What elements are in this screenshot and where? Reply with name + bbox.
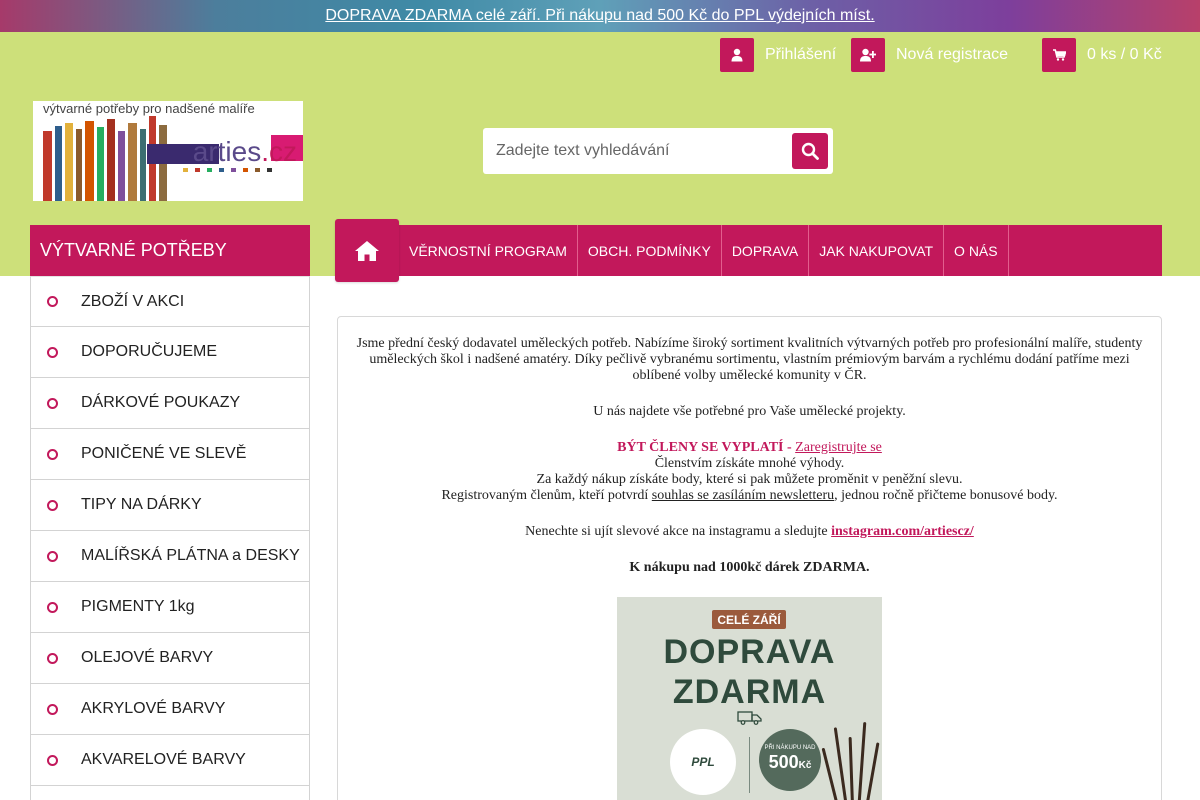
sidebar-item-next[interactable] [30,786,310,800]
promo-image-badge: CELÉ ZÁŘÍ [712,610,786,629]
user-icon [720,38,754,72]
membership-dash: - [783,440,796,455]
home-button[interactable] [335,219,399,282]
instagram-text: Nenechte si ujít slevové akce na instagr… [338,524,1161,540]
intro-text: Jsme přední český dodavatel uměleckých p… [356,336,1143,383]
promo-image-line-1: DOPRAVA [663,633,836,671]
login-button[interactable]: Přihlášení [720,38,836,72]
sidebar-item-akrylove-barvy[interactable]: AKRYLOVÉ BARVY [30,684,310,735]
promo-separator [749,737,750,793]
brushes-illustration [821,717,882,800]
truck-icon [737,711,762,725]
main-nav: VĚRNOSTNÍ PROGRAM OBCH. PODMÍNKY DOPRAVA… [335,219,1162,282]
site-logo[interactable]: výtvarné potřeby pro nadšené malíře arti… [33,101,303,201]
sidebar-item-pigmenty[interactable]: PIGMENTY 1kg [30,582,310,633]
promo-banner: DOPRAVA ZDARMA celé září. Při nákupu nad… [0,0,1200,32]
membership-line-3-post: , jednou ročně přičteme bonusové body. [834,488,1058,503]
membership-line-1: Členstvím získáte mnohé výhody. [654,456,845,471]
sidebar-item-label: PIGMENTY 1kg [81,598,195,615]
circle-bullet-icon [47,550,58,562]
user-plus-icon [851,38,885,72]
sidebar-title: VÝTVARNÉ POTŘEBY [30,225,310,276]
cart-icon [1042,38,1076,72]
nav-item-doprava[interactable]: DOPRAVA [722,225,810,276]
circle-bullet-icon [47,296,58,307]
circle-bullet-icon [47,652,58,664]
sidebar-item-label: TIPY NA DÁRKY [81,496,202,513]
register-button[interactable]: Nová registrace [851,38,1008,72]
sidebar-item-label: DOPORUČUJEME [81,343,218,360]
circle-bullet-icon [47,499,58,511]
promo-image-line-2: ZDARMA [672,673,827,711]
sidebar-item-akvarelove-barvy[interactable]: AKVARELOVÉ BARVY [30,735,310,786]
sidebar-category-list: ZBOŽÍ V AKCI DOPORUČUJEME DÁRKOVÉ POUKAZ… [30,276,310,800]
logo-brand-tld: .cz [261,136,297,167]
sidebar-item-malirska-platna[interactable]: MALÍŘSKÁ PLÁTNA a DESKY [30,531,310,582]
sidebar-item-label: ZBOŽÍ V AKCI [81,292,185,310]
instagram-link[interactable]: instagram.com/artiescz/ [831,524,974,539]
promo-amount-caption: PŘI NÁKUPU NAD [764,744,816,751]
nav-item-obch-podminky[interactable]: OBCH. PODMÍNKY [578,225,722,276]
circle-bullet-icon [47,397,58,409]
home-icon [355,240,379,261]
cart-button[interactable]: 0 ks / 0 Kč [1042,38,1162,72]
membership-headline: BÝT ČLENY SE VYPLATÍ [617,440,784,455]
membership-line-2: Za každý nákup získáte body, které si pa… [536,472,963,487]
membership-headline-line: BÝT ČLENY SE VYPLATÍ - Zaregistrujte se [338,440,1161,456]
nav-items: VĚRNOSTNÍ PROGRAM OBCH. PODMÍNKY DOPRAVA… [399,225,1009,276]
gift-text: K nákupu nad 1000kč dárek ZDARMA. [629,560,870,575]
membership-block: BÝT ČLENY SE VYPLATÍ - Zaregistrujte se … [338,440,1161,504]
circle-bullet-icon [47,754,58,766]
logo-brand-main: arties [192,136,262,167]
nav-item-o-nas[interactable]: O NÁS [944,225,1009,276]
search-icon [801,142,819,160]
search-button[interactable] [792,133,828,169]
sidebar-item-darkove-poukazy[interactable]: DÁRKOVÉ POUKAZY [30,378,310,429]
search-box [483,128,833,174]
promo-amount-value: 500Kč [769,752,812,776]
sidebar-item-label: MALÍŘSKÁ PLÁTNA a DESKY [81,547,300,564]
search-input[interactable] [483,128,783,174]
sidebar-item-olejove-barvy[interactable]: OLEJOVÉ BARVY [30,633,310,684]
ppl-logo: PPL [670,729,736,795]
cart-summary: 0 ks / 0 Kč [1087,46,1162,63]
membership-line-3: Registrovaným členům, kteří potvrdí souh… [338,488,1161,504]
sidebar-item-label: AKVARELOVÉ BARVY [81,751,246,768]
sidebar-item-zbozi-v-akci[interactable]: ZBOŽÍ V AKCI [30,276,310,327]
sidebar-item-label: OLEJOVÉ BARVY [81,649,214,666]
projects-text: U nás najdete vše potřebné pro Vaše uměl… [593,404,906,419]
nav-item-vernostni-program[interactable]: VĚRNOSTNÍ PROGRAM [399,225,578,276]
circle-bullet-icon [47,703,58,715]
promo-amount-currency: Kč [798,759,812,771]
newsletter-consent-link[interactable]: souhlas se zasíláním newsletteru [652,488,834,503]
promo-amount-badge: PŘI NÁKUPU NAD 500Kč [759,729,821,791]
login-label: Přihlášení [765,46,837,63]
sidebar-item-ponicene-ve-sleve[interactable]: PONIČENÉ VE SLEVĚ [30,429,310,480]
free-shipping-promo-image[interactable]: CELÉ ZÁŘÍ DOPRAVA ZDARMA PPL PŘI NÁKUPU … [617,597,882,800]
membership-line-3-pre: Registrovaným členům, kteří potvrdí [441,488,652,503]
circle-bullet-icon [47,601,58,613]
register-link[interactable]: Zaregistrujte se [795,440,882,455]
promo-amount-number: 500 [768,751,799,772]
sidebar-item-tipy-na-darky[interactable]: TIPY NA DÁRKY [30,480,310,531]
promo-banner-link[interactable]: DOPRAVA ZDARMA celé září. Při nákupu nad… [325,7,874,25]
logo-brand: arties.cz [193,136,297,168]
sidebar-item-label: DÁRKOVÉ POUKAZY [81,394,241,411]
sidebar-item-doporucujeme[interactable]: DOPORUČUJEME [30,327,310,378]
circle-bullet-icon [47,346,58,358]
circle-bullet-icon [47,448,58,460]
sidebar-item-label: AKRYLOVÉ BARVY [81,700,226,717]
nav-item-jak-nakupovat[interactable]: JAK NAKUPOVAT [809,225,945,276]
register-label: Nová registrace [896,46,1009,63]
sidebar-item-label: PONIČENÉ VE SLEVĚ [81,445,247,462]
page: DOPRAVA ZDARMA celé září. Při nákupu nad… [0,0,1200,800]
content-box: Jsme přední český dodavatel uměleckých p… [337,316,1162,800]
instagram-pre: Nenechte si ujít slevové akce na instagr… [525,524,832,539]
